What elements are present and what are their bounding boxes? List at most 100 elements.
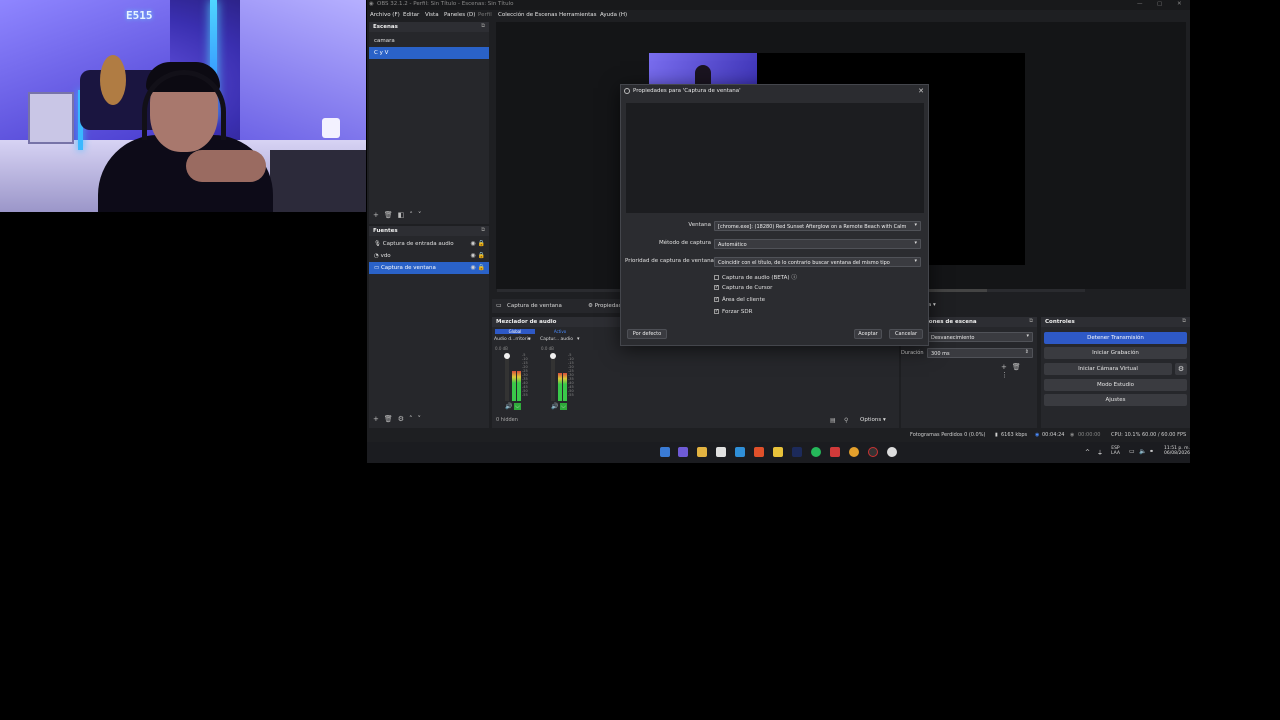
filter-icon[interactable]: ◧ [398, 211, 410, 219]
clock[interactable]: 11:51 p. m. 06/08/2026 [1164, 446, 1190, 456]
volume-icon[interactable]: 🔈 [1139, 448, 1146, 455]
settings-button[interactable]: Ajustes [1044, 394, 1187, 406]
obs-taskbar-icon[interactable] [868, 447, 878, 457]
headphones-icon[interactable]: ◡ [560, 403, 567, 410]
add-icon[interactable]: + [1001, 363, 1012, 371]
settings-taskbar-icon[interactable] [887, 447, 897, 457]
dock-settings-icon[interactable]: ⧉ [1182, 318, 1186, 325]
usb-icon[interactable]: ⏚ [1097, 448, 1103, 457]
capture-priority-select[interactable]: Coincidir con el título, de lo contrario… [714, 257, 921, 267]
windows-start-icon[interactable] [660, 447, 670, 457]
bluetooth-icon[interactable]: ⚭ [1149, 448, 1154, 455]
notes-icon[interactable] [773, 447, 783, 457]
capture-method-select[interactable]: Automático ▾ [714, 239, 921, 249]
window-select[interactable]: [chrome.exe]: (18280) Red Sunset Aftergl… [714, 221, 921, 231]
cursor-capture-checkbox[interactable]: ✓ Captura de Cursor [714, 285, 772, 291]
transition-select[interactable]: Desvanecimiento ▾ [927, 332, 1033, 342]
gear-icon[interactable]: ⚙ [398, 415, 409, 423]
cancel-button[interactable]: Cancelar [889, 329, 923, 339]
menu-vista[interactable]: Vista [425, 12, 439, 18]
start-virtual-camera-button[interactable]: Iniciar Cámara Virtual [1044, 363, 1172, 375]
fader-handle[interactable] [504, 353, 510, 359]
source-item-window[interactable]: ▭ Captura de ventana ◉ 🔒 [369, 262, 489, 274]
force-sdr-checkbox[interactable]: ✓ Forzar SDR [714, 309, 752, 315]
menu-archivo[interactable]: Archivo (F) [370, 12, 400, 18]
menu-editar[interactable]: Editar [403, 12, 419, 18]
monitor-icon[interactable]: ▭ [1129, 448, 1135, 455]
menu-herramientas[interactable]: Herramientas [559, 12, 596, 18]
transition-toolbar: +🗑⋮ [1001, 363, 1037, 379]
store-icon[interactable] [716, 447, 726, 457]
stop-stream-button[interactable]: Detener Transmisión [1044, 332, 1187, 344]
accept-button[interactable]: Aceptar [854, 329, 882, 339]
brave-icon[interactable] [754, 447, 764, 457]
channel-name: Captur... audio [540, 337, 574, 342]
start-recording-button[interactable]: Iniciar Grabación [1044, 347, 1187, 359]
visibility-lock-icons[interactable]: ◉ 🔒 [470, 252, 485, 259]
close-button[interactable]: ✕ [1177, 1, 1182, 7]
fader-handle[interactable] [550, 353, 556, 359]
dock-settings-icon[interactable]: ⧉ [481, 227, 485, 234]
studio-mode-button[interactable]: Modo Estudio [1044, 379, 1187, 391]
options-button[interactable]: Options ▾ [860, 417, 886, 423]
capture-method-label: Método de captura [658, 240, 711, 246]
defaults-button[interactable]: Por defecto [627, 329, 667, 339]
duration-input[interactable]: 300 ms ⇕ [927, 348, 1033, 358]
channel-menu-icon[interactable]: ▾ [528, 336, 531, 342]
menu-coleccion[interactable]: Colección de Escenas [498, 12, 557, 18]
dialog-title: Propiedades para 'Captura de ventana' [633, 88, 741, 94]
scene-item-camara[interactable]: camara [369, 35, 489, 47]
chrome-icon[interactable] [849, 447, 859, 457]
menu-paneles[interactable]: Paneles (D) [444, 12, 475, 18]
gear-icon[interactable]: ⚙ [1175, 363, 1187, 375]
photoshop-icon[interactable] [792, 447, 802, 457]
down-icon[interactable]: ˅ [418, 211, 427, 219]
add-icon[interactable]: + [373, 211, 384, 219]
volume-fader[interactable] [505, 353, 509, 401]
maximize-button[interactable]: ▢ [1157, 1, 1162, 7]
mixer-layout-icon[interactable]: ▤ [830, 417, 836, 424]
minimize-button[interactable]: — [1137, 1, 1143, 7]
trash-icon[interactable]: 🗑 [384, 211, 398, 219]
trash-icon[interactable]: 🗑 [384, 415, 398, 423]
speaker-icon[interactable]: 🔊 [551, 403, 558, 410]
mixer-tab-active[interactable]: Activo [540, 329, 580, 334]
language-indicator[interactable]: ESP LAA [1111, 446, 1120, 456]
audio-capture-checkbox[interactable]: Captura de audio (BETA) ⓘ [714, 273, 797, 281]
dock-settings-icon[interactable]: ⧉ [1029, 318, 1033, 325]
canvas-webcam-source[interactable] [649, 53, 757, 87]
source-item-vdo[interactable]: ◔ vdo ◉ 🔒 [369, 250, 489, 262]
source-item-audio[interactable]: 🎙 Captura de entrada audio ◉ 🔒 [369, 238, 489, 250]
trash-icon[interactable]: 🗑 [1012, 363, 1026, 371]
dock-settings-icon[interactable]: ⧉ [481, 23, 485, 30]
copilot-icon[interactable] [678, 447, 688, 457]
checkbox-box: ✓ [714, 297, 719, 302]
menu-ayuda[interactable]: Ayuda (H) [600, 12, 627, 18]
spotify-icon[interactable] [811, 447, 821, 457]
down-icon[interactable]: ˅ [418, 415, 427, 423]
headphones-icon[interactable]: ◡ [514, 403, 521, 410]
mixer-link-icon[interactable]: ⚲ [844, 417, 848, 424]
up-icon[interactable]: ˄ [409, 415, 418, 423]
add-icon[interactable]: + [373, 415, 384, 423]
client-area-checkbox[interactable]: ✓ Área del cliente [714, 297, 765, 303]
sources-dock: Fuentes ⧉ 🎙 Captura de entrada audio ◉ 🔒 ◔… [369, 226, 489, 428]
menu-perfil[interactable]: Perfil [478, 12, 492, 18]
up-icon[interactable]: ˄ [409, 211, 418, 219]
window-icon: ▭ [374, 265, 381, 271]
mail-icon[interactable] [735, 447, 745, 457]
volume-fader[interactable] [551, 353, 555, 401]
help-icon[interactable]: ⓘ [791, 275, 797, 281]
visibility-lock-icons[interactable]: ◉ 🔒 [470, 240, 485, 247]
scene-item-cyv[interactable]: C y V [369, 47, 489, 59]
file-explorer-icon[interactable] [697, 447, 707, 457]
speaker-icon[interactable]: 🔊 [505, 403, 512, 410]
network-icon: ▮ [995, 432, 998, 438]
pdf-icon[interactable] [830, 447, 840, 457]
channel-menu-icon[interactable]: ▾ [577, 336, 580, 342]
close-icon[interactable]: ✕ [918, 87, 924, 95]
more-icon[interactable]: ⋮ [1001, 371, 1013, 379]
mixer-tab-global[interactable]: Global [495, 329, 535, 334]
visibility-lock-icons[interactable]: ◉ 🔒 [470, 264, 485, 271]
tray-chevron-icon[interactable]: ^ [1085, 449, 1090, 456]
